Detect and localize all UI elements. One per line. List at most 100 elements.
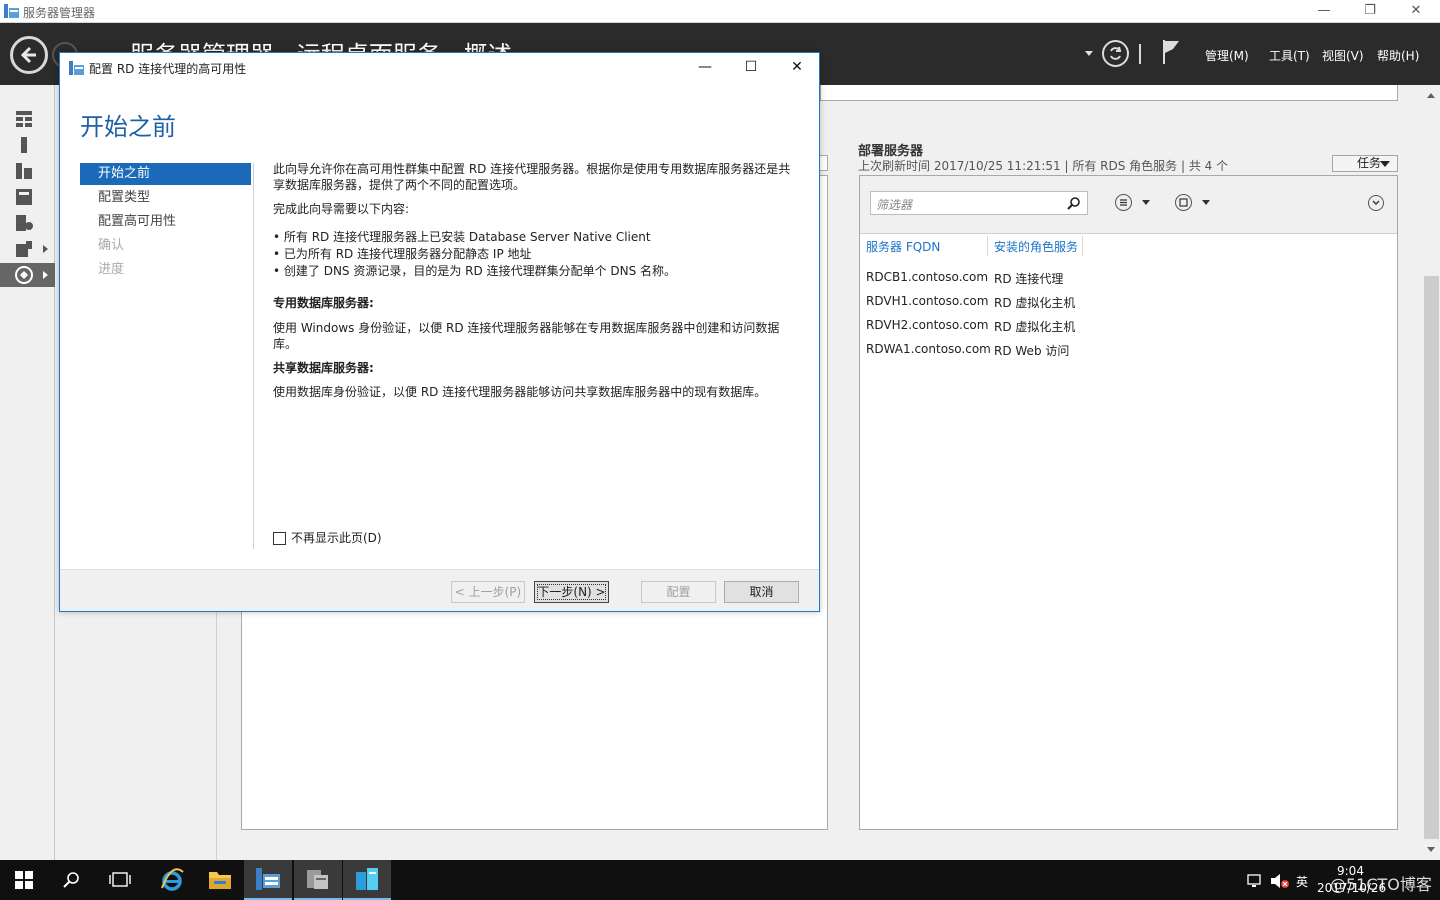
internet-explorer-icon [161,868,184,891]
all-servers-icon[interactable] [14,163,34,181]
row-server-role[interactable]: RD 连接代理 [994,270,1063,287]
list-options-dropdown-icon[interactable] [1142,200,1150,205]
dialog-close-button[interactable]: ✕ [774,53,820,83]
file-storage-icon[interactable] [14,189,34,207]
menu-manage[interactable]: 管理(M) [1205,47,1249,64]
list-options-icon[interactable] [1115,194,1132,211]
tasks-label: 任务 [1357,156,1382,170]
scroll-down-icon[interactable] [1427,847,1435,852]
dialog-title-bar[interactable]: 配置 RD 连接代理的高可用性 — ☐ ✕ [60,53,819,83]
wizard-page-title: 开始之前 [80,113,176,141]
rds-taskbar-button[interactable] [343,860,391,900]
history-dropdown-icon[interactable] [1085,51,1093,56]
dialog-minimize-button[interactable]: — [682,53,728,83]
panel-edge [820,155,828,171]
server-manager-icon [69,61,84,75]
dashboard-icon[interactable] [14,111,34,129]
close-button[interactable]: ✕ [1393,0,1439,23]
left-navigation [0,85,55,860]
app-title-bar: 服务器管理器 — ❐ ✕ [0,0,1440,23]
row-server-role[interactable]: RD 虚拟化主机 [994,294,1075,311]
folder-icon [209,872,231,889]
dialog-title: 配置 RD 连接代理的高可用性 [89,62,247,76]
intro-text: 此向导允许你在高可用性群集中配置 RD 连接代理服务器。根据你是使用专用数据库服… [273,162,791,192]
local-server-icon[interactable] [14,137,34,155]
chevron-down-icon [1380,161,1390,167]
hyperv-taskbar-button[interactable] [294,860,342,900]
next-button[interactable]: 下一步(N) > [534,581,609,603]
row-server-role[interactable]: RD 虚拟化主机 [994,318,1075,335]
row-server-fqdn[interactable]: RDCB1.contoso.com [866,270,988,284]
notifications-flag-icon[interactable] [1162,40,1182,64]
nav-remote-desktop-selected[interactable] [0,263,55,287]
save-query-dropdown-icon[interactable] [1202,200,1210,205]
watermark: @51CTO博客 [1330,875,1432,894]
deployment-servers-subtitle: 上次刷新时间 2017/10/25 11:21:51 | 所有 RDS 角色服务… [858,159,1229,173]
scroll-thumb[interactable] [1424,276,1439,839]
file-explorer-taskbar-button[interactable] [196,860,244,900]
refresh-button[interactable] [1102,40,1129,67]
ha-config-dialog: 配置 RD 连接代理的高可用性 — ☐ ✕ 开始之前 开始之前 配置类型 配置高… [59,52,820,612]
rds-app-icon [356,868,378,890]
windows-logo-icon [15,871,33,889]
search-icon [63,872,79,888]
row-server-role[interactable]: RD Web 访问 [994,342,1069,359]
filter-input[interactable]: 筛选器 [870,191,1088,215]
dont-show-again-checkbox[interactable] [273,532,286,545]
dont-show-again-label: 不再显示此页(D) [291,531,382,545]
remote-desktop-expand-icon[interactable] [43,271,48,279]
requirement-item: • 已为所有 RD 连接代理服务器分配静态 IP 地址 [273,247,532,261]
filter-placeholder: 筛选器 [876,198,913,212]
iis-icon[interactable] [14,215,34,233]
search-icon[interactable] [1067,196,1081,210]
previous-button[interactable]: < 上一步(P) [451,581,525,603]
back-button[interactable] [10,36,48,74]
row-server-fqdn[interactable]: RDVH2.contoso.com [866,318,988,332]
step-configure-ha[interactable]: 配置高可用性 [80,211,251,233]
dialog-maximize-button[interactable]: ☐ [728,53,774,83]
save-query-icon[interactable] [1175,194,1192,211]
column-header-fqdn[interactable]: 服务器 FQDN [866,238,940,255]
hyperv-icon[interactable] [14,241,34,259]
step-configuration-type[interactable]: 配置类型 [80,187,251,209]
ie-taskbar-button[interactable] [148,860,196,900]
column-header-roles[interactable]: 安装的角色服务 [994,238,1078,255]
scroll-up-icon[interactable] [1427,93,1435,98]
back-arrow-icon [20,46,36,64]
row-server-fqdn[interactable]: RDVH1.contoso.com [866,294,988,308]
task-view-button[interactable] [96,860,144,900]
ime-indicator[interactable]: 英 [1296,873,1308,890]
vertical-scrollbar[interactable] [1423,85,1440,860]
menu-tools[interactable]: 工具(T) [1269,47,1310,64]
server-manager-icon [256,868,280,890]
configure-button[interactable]: 配置 [641,581,716,603]
volume-muted-icon[interactable] [1270,873,1290,889]
hyperv-expand-icon[interactable] [43,245,48,253]
dialog-footer: < 上一步(P) 下一步(N) > 配置 取消 [60,569,819,611]
taskbar: 英 9:04 2017/10/26 @51CTO博客 [0,860,1440,900]
dialog-body: 开始之前 开始之前 配置类型 配置高可用性 确认 进度 此向导允许你在高可用性群… [60,83,819,569]
menu-help[interactable]: 帮助(H) [1377,47,1419,64]
tasks-button[interactable]: 任务 [1332,155,1398,172]
dont-show-again-row[interactable]: 不再显示此页(D) [273,529,382,546]
deployment-servers-panel: 筛选器 服务器 FQDN 安装的角色服务 RDCB1.contoso.com R… [859,175,1398,830]
search-button[interactable] [48,860,96,900]
minimize-button[interactable]: — [1301,0,1347,23]
requirements-heading: 完成此向导需要以下内容: [273,202,410,216]
refresh-icon [1110,46,1122,60]
breadcrumb: 服务器管理器 · 远程桌面服务 · 概述 [130,38,512,52]
requirement-item: • 所有 RD 连接代理服务器上已安装 Database Server Nati… [273,230,651,244]
shared-db-heading: 共享数据库服务器: [273,361,374,375]
row-server-fqdn[interactable]: RDWA1.contoso.com [866,342,991,356]
cancel-button[interactable]: 取消 [724,581,799,603]
column-separator [1082,236,1083,256]
server-manager-icon [4,4,19,18]
step-before-you-begin[interactable]: 开始之前 [80,163,251,185]
expand-collapse-icon[interactable] [1368,195,1384,211]
menu-view[interactable]: 视图(V) [1322,47,1364,64]
restore-button[interactable]: ❐ [1347,0,1393,23]
network-icon[interactable] [1247,873,1265,889]
server-manager-taskbar-button[interactable] [244,860,292,900]
requirement-item: • 创建了 DNS 资源记录，目的是为 RD 连接代理群集分配单个 DNS 名称… [273,264,677,278]
start-button[interactable] [0,860,48,900]
